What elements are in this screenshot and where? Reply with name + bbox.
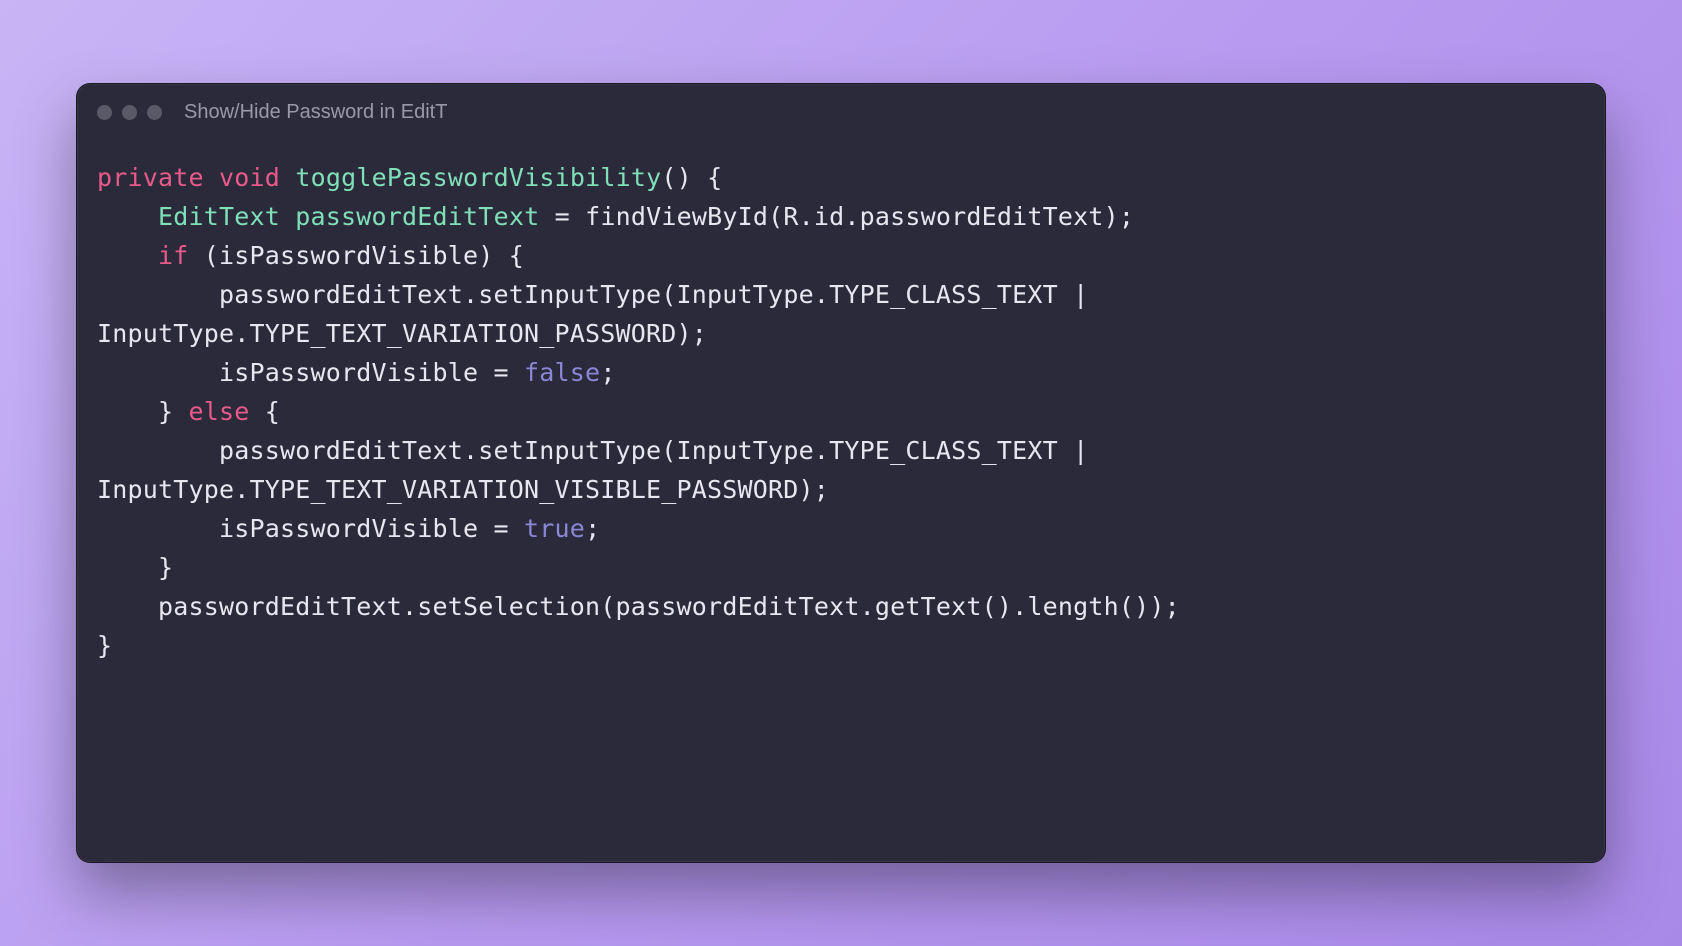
code-token-default: ;: [585, 514, 600, 543]
code-token-default: }: [97, 631, 112, 660]
code-token-default: = findViewById(R.id.passwordEditText);: [539, 202, 1134, 231]
code-token-default: isPasswordVisible =: [97, 358, 524, 387]
code-token-type: passwordEditText: [295, 202, 539, 231]
code-window: Show/Hide Password in EditT private void…: [76, 83, 1606, 863]
code-token-default: [97, 202, 158, 231]
window-title: Show/Hide Password in EditT: [184, 101, 447, 124]
code-token-default: [204, 163, 219, 192]
code-token-default: () {: [661, 163, 722, 192]
code-token-default: [280, 163, 295, 192]
code-token-default: }: [97, 553, 173, 582]
code-token-default: passwordEditText.setInputType(InputType.…: [97, 436, 1104, 504]
close-icon[interactable]: [97, 105, 112, 120]
code-token-keyword: void: [219, 163, 280, 192]
code-token-default: [97, 241, 158, 270]
code-token-default: passwordEditText.setSelection(passwordEd…: [97, 592, 1180, 621]
code-token-default: }: [97, 397, 189, 426]
code-token-default: (isPasswordVisible) {: [189, 241, 525, 270]
traffic-lights: [97, 105, 162, 120]
maximize-icon[interactable]: [147, 105, 162, 120]
code-token-literal: true: [524, 514, 585, 543]
minimize-icon[interactable]: [122, 105, 137, 120]
code-token-default: isPasswordVisible =: [97, 514, 524, 543]
code-token-default: ;: [600, 358, 615, 387]
window-titlebar: Show/Hide Password in EditT: [77, 84, 1605, 140]
code-token-literal: false: [524, 358, 600, 387]
code-token-method: togglePasswordVisibility: [295, 163, 661, 192]
code-token-keyword: else: [189, 397, 250, 426]
code-token-default: passwordEditText.setInputType(InputType.…: [97, 280, 1104, 348]
code-token-default: {: [250, 397, 281, 426]
code-token-keyword: private: [97, 163, 204, 192]
code-token-keyword: if: [158, 241, 189, 270]
code-content: private void togglePasswordVisibility() …: [77, 140, 1605, 862]
code-token-type: EditText: [158, 202, 280, 231]
code-token-default: [280, 202, 295, 231]
